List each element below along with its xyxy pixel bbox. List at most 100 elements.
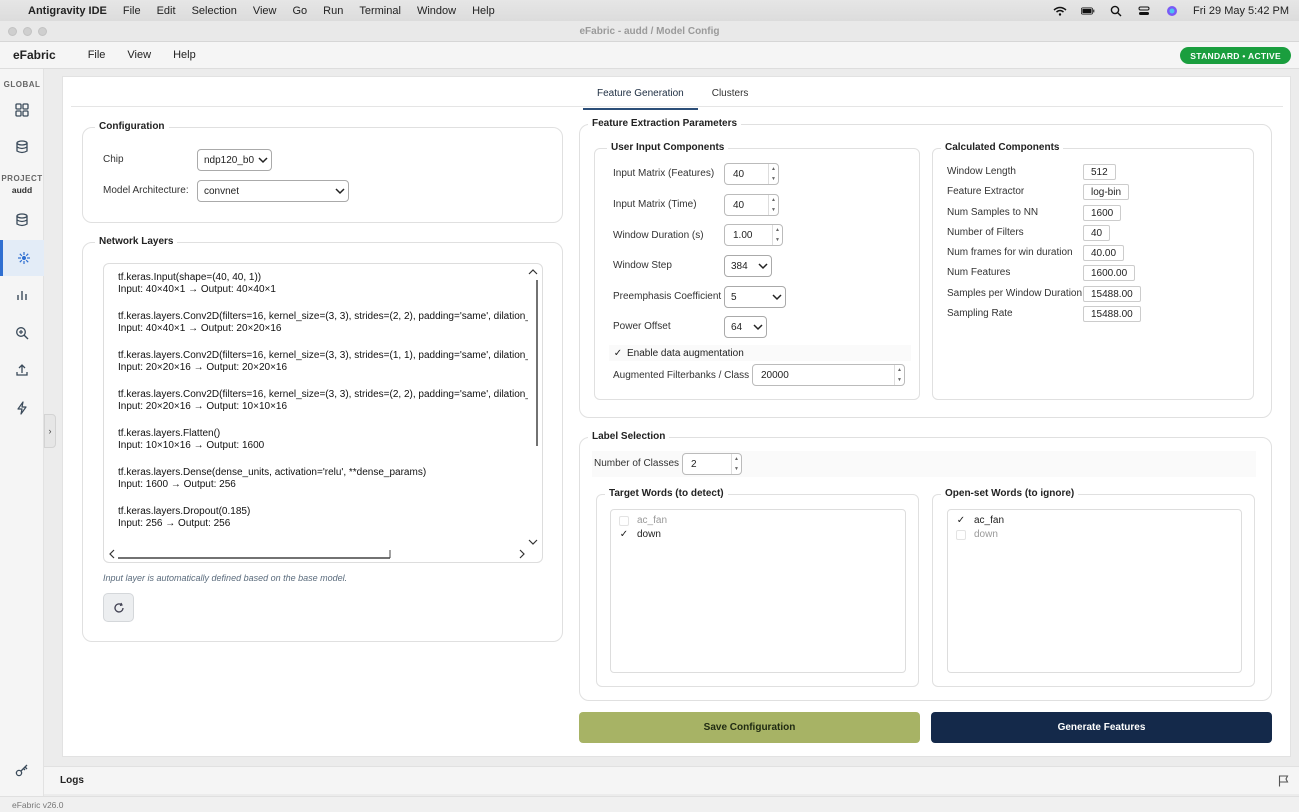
augmented-filterbanks-input[interactable]: 20000 ▲ ▼ — [752, 364, 905, 386]
preemphasis-select[interactable]: 5 — [724, 286, 786, 308]
os-menu-run[interactable]: Run — [323, 5, 343, 17]
refresh-layers-button[interactable] — [103, 593, 134, 622]
stepper-icon[interactable]: ▲ ▼ — [894, 365, 904, 385]
calc-value: 15488.00 — [1083, 306, 1141, 322]
openset-word-item[interactable]: ✓ ac_fan — [956, 515, 1004, 526]
sidebar-item-project-data[interactable] — [0, 202, 44, 238]
sidebar-item-deploy[interactable] — [0, 390, 44, 426]
window-step-value: 384 — [731, 260, 748, 272]
network-layers-editor[interactable]: tf.keras.Input(shape=(40, 40, 1)) Input: … — [103, 263, 543, 563]
stepper-icon[interactable]: ▲ ▼ — [768, 195, 778, 215]
os-menu-window[interactable]: Window — [417, 5, 456, 17]
logs-panel[interactable]: Logs — [44, 766, 1299, 794]
tab-divider — [71, 106, 1283, 107]
sidebar-global-label: GLOBAL — [3, 80, 41, 89]
sidebar-item-inspect[interactable] — [0, 315, 44, 351]
layer-shape: Input: 10×10×16 → Output: 1600 — [118, 440, 265, 451]
control-center-icon[interactable] — [1137, 6, 1151, 16]
key-icon — [15, 764, 28, 777]
vertical-scrollbar[interactable] — [527, 266, 539, 548]
flag-icon[interactable] — [1278, 775, 1289, 787]
chip-select[interactable]: ndp120_b0 — [197, 149, 272, 171]
power-offset-select[interactable]: 64 — [724, 316, 767, 338]
search-icon[interactable] — [1109, 5, 1123, 16]
app-brand: eFabric — [13, 48, 56, 62]
sidebar-item-global-data[interactable] — [0, 129, 44, 165]
sidebar: GLOBAL PROJECT audd — [0, 69, 44, 796]
input-matrix-features-input[interactable]: 40 ▲ ▼ — [724, 163, 779, 185]
sidebar-item-keys[interactable] — [0, 752, 44, 788]
stepper-icon[interactable]: ▲ ▼ — [772, 225, 782, 245]
sidebar-item-dashboard[interactable] — [0, 92, 44, 128]
layer-code: tf.keras.Input(shape=(40, 40, 1)) — [118, 272, 262, 283]
checkmark-icon[interactable]: ✓ — [956, 515, 966, 526]
calc-label: Samples per Window Duration — [947, 288, 1083, 299]
horizontal-scrollbar[interactable] — [106, 548, 530, 560]
sidebar-item-export[interactable] — [0, 352, 44, 388]
os-menu-edit[interactable]: Edit — [157, 5, 176, 17]
os-menu-go[interactable]: Go — [292, 5, 307, 17]
refresh-icon — [113, 602, 124, 613]
battery-icon[interactable] — [1081, 6, 1095, 16]
close-window-button[interactable] — [8, 27, 17, 36]
calc-value: 40 — [1083, 225, 1111, 241]
sidebar-project-name: audd — [11, 185, 33, 195]
window-step-select[interactable]: 384 — [724, 255, 772, 277]
generate-features-button[interactable]: Generate Features — [931, 712, 1272, 743]
chevron-right-icon: › — [48, 426, 52, 436]
window-title: eFabric - audd / Model Config — [579, 25, 720, 37]
user-input-panel: User Input Components Input Matrix (Feat… — [594, 142, 920, 400]
target-word-item[interactable]: ✓ down — [619, 529, 661, 540]
window-duration-input[interactable]: 1.00 ▲ ▼ — [724, 224, 783, 246]
upload-icon — [16, 364, 28, 376]
checkmark-icon[interactable]: ✓ — [613, 348, 623, 359]
os-menu-help[interactable]: Help — [472, 5, 495, 17]
chevron-down-icon — [258, 157, 268, 164]
app-menu-view[interactable]: View — [127, 49, 151, 61]
os-menu-view[interactable]: View — [253, 5, 277, 17]
model-architecture-select[interactable]: convnet — [197, 180, 349, 202]
main-content: Feature Generation Clusters Configuratio… — [62, 76, 1291, 757]
calc-label: Sampling Rate — [947, 308, 1013, 319]
layer-code: tf.keras.layers.Conv2D(filters=16, kerne… — [118, 389, 528, 400]
sidebar-expand-handle[interactable]: › — [44, 414, 56, 448]
os-menu-selection[interactable]: Selection — [192, 5, 237, 17]
input-matrix-features-label: Input Matrix (Features) — [613, 168, 715, 179]
augmented-filterbanks-label: Augmented Filterbanks / Class — [613, 370, 750, 381]
calc-label: Number of Filters — [947, 227, 1024, 238]
sidebar-item-model-config[interactable] — [0, 240, 44, 276]
calc-label: Num Features — [947, 267, 1011, 278]
input-matrix-time-input[interactable]: 40 ▲ ▼ — [724, 194, 779, 216]
calc-label: Window Length — [947, 166, 1016, 177]
checkmark-icon[interactable]: ✓ — [619, 529, 629, 540]
app-header: eFabric File View Help STANDARD • ACTIVE — [0, 42, 1299, 69]
layer-block: tf.keras.layers.Conv2D(filters=16, kerne… — [118, 311, 528, 335]
stepper-icon[interactable]: ▲ ▼ — [768, 164, 778, 184]
layer-block: tf.keras.layers.Flatten() Input: 10×10×16… — [118, 428, 528, 452]
minimize-window-button[interactable] — [23, 27, 32, 36]
wifi-icon[interactable] — [1053, 6, 1067, 16]
stepper-icon[interactable]: ▲ ▼ — [731, 454, 741, 474]
save-configuration-button[interactable]: Save Configuration — [579, 712, 920, 743]
window-titlebar: eFabric - audd / Model Config — [0, 21, 1299, 42]
window-duration-value: 1.00 — [733, 229, 753, 241]
siri-icon[interactable] — [1165, 5, 1179, 16]
openset-words-list: ✓ ac_fan down — [947, 509, 1242, 673]
os-app-name[interactable]: Antigravity IDE — [28, 5, 107, 17]
target-words-title: Target Words (to detect) — [605, 488, 728, 499]
openset-word-label: down — [974, 529, 998, 540]
sidebar-item-analytics[interactable] — [0, 277, 44, 313]
os-menu-terminal[interactable]: Terminal — [359, 5, 401, 17]
os-clock[interactable]: Fri 29 May 5:42 PM — [1193, 5, 1289, 17]
input-layer-note: Input layer is automatically defined bas… — [103, 573, 348, 583]
augmentation-row[interactable]: ✓ Enable data augmentation — [609, 345, 911, 361]
window-step-label: Window Step — [613, 260, 672, 271]
app-menu-file[interactable]: File — [88, 49, 106, 61]
num-classes-input[interactable]: 2 ▲ ▼ — [682, 453, 742, 475]
feature-extraction-title: Feature Extraction Parameters — [588, 118, 742, 129]
app-menu-help[interactable]: Help — [173, 49, 196, 61]
zoom-window-button[interactable] — [38, 27, 47, 36]
os-menu-file[interactable]: File — [123, 5, 141, 17]
checkbox — [619, 515, 629, 526]
layer-block: tf.keras.layers.Conv2D(filters=16, kerne… — [118, 350, 528, 374]
